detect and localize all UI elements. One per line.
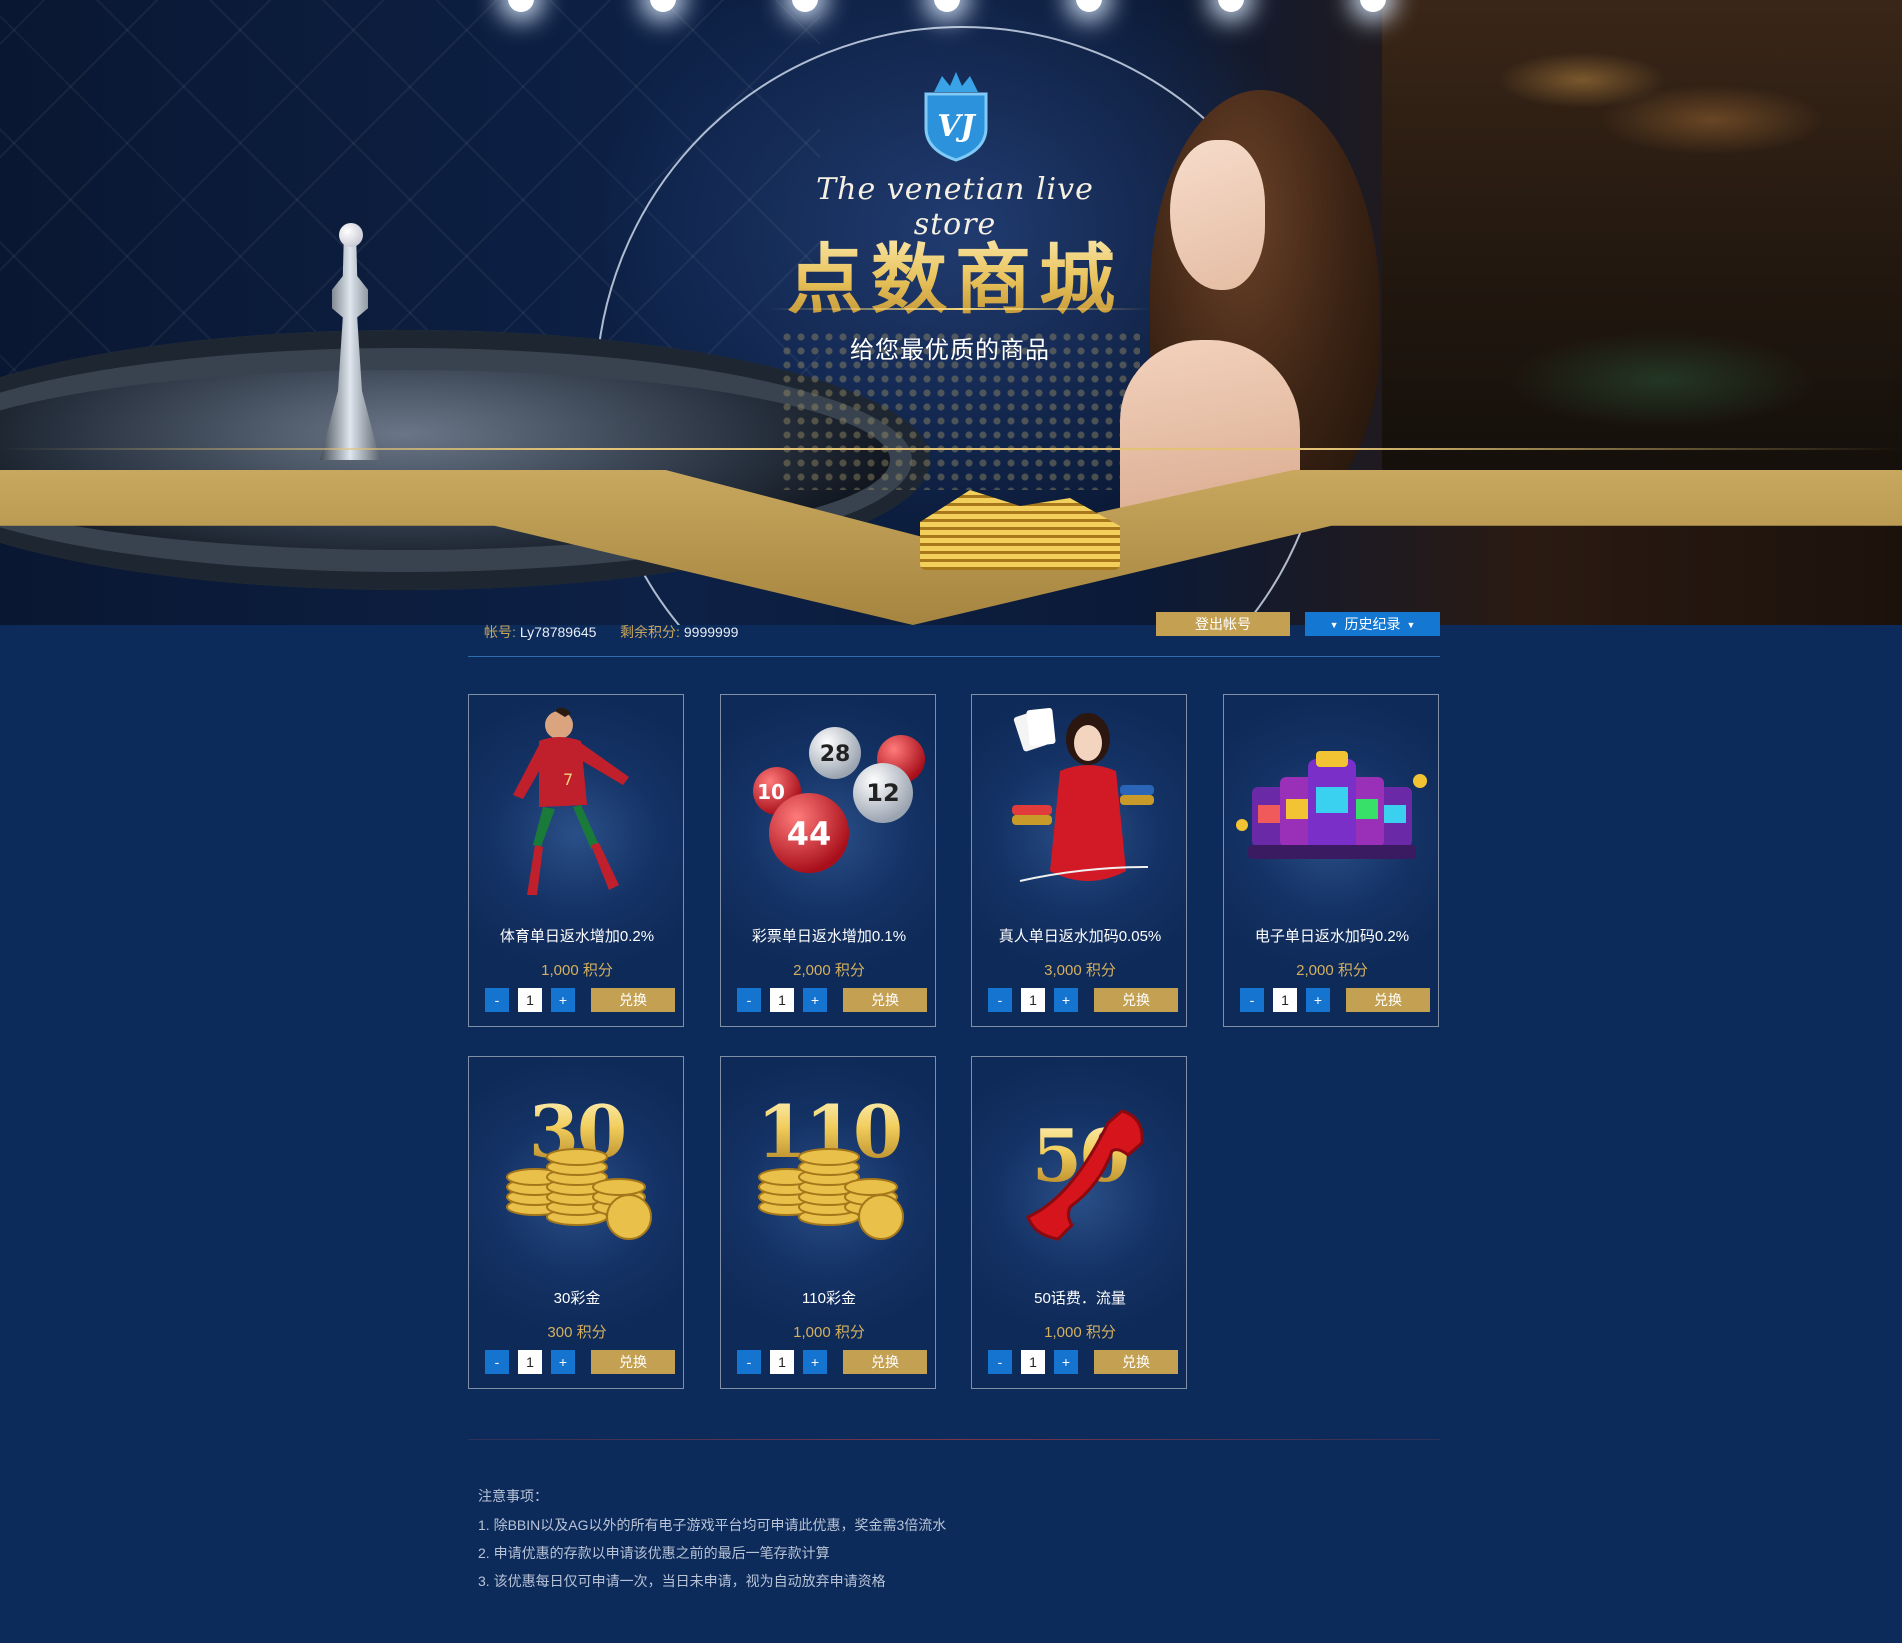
quantity-stepper: - + 兑换 xyxy=(485,988,675,1012)
quantity-input[interactable] xyxy=(1021,1350,1045,1374)
note-line: 2. 申请优惠的存款以申请该优惠之前的最后一笔存款计算 xyxy=(478,1545,830,1561)
gold-coins-icon: 110 xyxy=(721,1057,937,1277)
crown-shield-logo: VJ xyxy=(924,72,988,162)
decrease-quantity-button[interactable]: - xyxy=(485,1350,509,1374)
redeem-button[interactable]: 兑换 xyxy=(1346,988,1430,1012)
points-value: 9999999 xyxy=(683,624,739,640)
points-label: 剩余积分: xyxy=(620,624,680,640)
points-info: 剩余积分: 9999999 xyxy=(620,622,738,642)
caret-down-icon: ▼ xyxy=(1329,620,1339,630)
ball-number: 28 xyxy=(820,742,851,767)
quantity-stepper: - + 兑换 xyxy=(1240,988,1430,1012)
redeem-button[interactable]: 兑换 xyxy=(591,1350,675,1374)
product-card: 30 30彩金 300 积分 - + 兑换 xyxy=(468,1056,684,1389)
model-photo xyxy=(1110,90,1410,520)
redeem-button[interactable]: 兑换 xyxy=(843,1350,927,1374)
product-price: 2,000 积分 xyxy=(793,962,865,979)
ball-number: 44 xyxy=(787,815,832,853)
decrease-quantity-button[interactable]: - xyxy=(988,988,1012,1012)
quantity-input[interactable] xyxy=(518,988,542,1012)
product-name: 彩票单日返水增加0.1% xyxy=(751,928,907,945)
note-line: 3. 该优惠每日仅可申请一次，当日未申请，视为自动放弃申请资格 xyxy=(478,1573,886,1589)
note-line: 1. 除BBIN以及AG以外的所有电子游戏平台均可申请此优惠，奖金需3倍流水 xyxy=(478,1517,947,1533)
hero-banner: VJ The venetian live store 点数商城 给您最优质的商品 xyxy=(0,0,1902,625)
ball-number: 10 xyxy=(757,780,785,804)
product-card: 50 50话费．流量 1,000 积分 - + 兑换 xyxy=(971,1056,1187,1389)
product-name: 电子单日返水加码0.2% xyxy=(1254,928,1410,945)
casino-interior-background xyxy=(1382,0,1902,470)
quantity-stepper: - + 兑换 xyxy=(988,1350,1178,1374)
account-bar: 帐号: Ly78789645 剩余积分: 9999999 登出帐号 ▼ 历史纪录 ▼ xyxy=(468,610,1440,657)
spotlight xyxy=(1076,0,1102,12)
product-price: 1,000 积分 xyxy=(541,962,613,979)
redeem-button[interactable]: 兑换 xyxy=(1094,988,1178,1012)
account-info: 帐号: Ly78789645 xyxy=(484,622,596,642)
svg-text:7: 7 xyxy=(563,770,573,789)
title-underline xyxy=(770,308,1150,310)
increase-quantity-button[interactable]: + xyxy=(803,1350,827,1374)
product-name: 110彩金 xyxy=(802,1290,856,1307)
increase-quantity-button[interactable]: + xyxy=(1054,988,1078,1012)
quantity-stepper: - + 兑换 xyxy=(737,1350,927,1374)
increase-quantity-button[interactable]: + xyxy=(551,988,575,1012)
history-label: 历史纪录 xyxy=(1344,616,1401,632)
increase-quantity-button[interactable]: + xyxy=(551,1350,575,1374)
page-subtitle: 给您最优质的商品 xyxy=(850,337,1050,364)
quantity-stepper: - + 兑换 xyxy=(737,988,927,1012)
product-card: 28 12 10 44 彩票单日返水增加0.1% 2,000 积分 - + 兑换 xyxy=(720,694,936,1027)
notes-section: 注意事项： 1. 除BBIN以及AG以外的所有电子游戏平台均可申请此优惠，奖金需… xyxy=(478,1486,1378,1599)
product-card: 7 体育单日返水增加0.2% 1,000 积分 - + 兑换 xyxy=(468,694,684,1027)
ball-number: 12 xyxy=(866,779,899,807)
increase-quantity-button[interactable]: + xyxy=(803,988,827,1012)
decrease-quantity-button[interactable]: - xyxy=(737,1350,761,1374)
product-card: 真人单日返水加码0.05% 3,000 积分 - + 兑换 xyxy=(971,694,1187,1027)
product-price: 1,000 积分 xyxy=(793,1324,865,1341)
product-name: 真人单日返水加码0.05% xyxy=(998,928,1162,945)
gold-divider-line xyxy=(0,448,1902,450)
decrease-quantity-button[interactable]: - xyxy=(485,988,509,1012)
page-title: 点数商城 xyxy=(760,218,1150,328)
quantity-input[interactable] xyxy=(518,1350,542,1374)
lottery-balls-icon: 28 12 10 44 xyxy=(753,727,925,873)
product-name: 50话费．流量 xyxy=(1034,1290,1126,1307)
product-card: 110 110彩金 1,000 积分 - + 兑换 xyxy=(720,1056,936,1389)
product-price: 300 积分 xyxy=(547,1324,607,1341)
product-card: 电子单日返水加码0.2% 2,000 积分 - + 兑换 xyxy=(1223,694,1439,1027)
product-name: 30彩金 xyxy=(553,1290,601,1307)
redeem-button[interactable]: 兑换 xyxy=(591,988,675,1012)
quantity-stepper: - + 兑换 xyxy=(485,1350,675,1374)
quantity-input[interactable] xyxy=(770,988,794,1012)
section-divider xyxy=(468,1439,1440,1440)
account-label: 帐号: xyxy=(484,624,516,640)
increase-quantity-button[interactable]: + xyxy=(1306,988,1330,1012)
product-price: 1,000 积分 xyxy=(1044,1324,1116,1341)
increase-quantity-button[interactable]: + xyxy=(1054,1350,1078,1374)
logo-text: VJ xyxy=(937,109,976,144)
caret-down-icon: ▼ xyxy=(1406,620,1416,630)
quantity-input[interactable] xyxy=(770,1350,794,1374)
product-price: 2,000 积分 xyxy=(1296,962,1368,979)
product-name: 体育单日返水增加0.2% xyxy=(499,928,655,945)
redeem-button[interactable]: 兑换 xyxy=(843,988,927,1012)
decrease-quantity-button[interactable]: - xyxy=(1240,988,1264,1012)
logout-button[interactable]: 登出帐号 xyxy=(1156,612,1290,636)
notes-heading: 注意事项： xyxy=(478,1488,548,1504)
quantity-input[interactable] xyxy=(1021,988,1045,1012)
live-dealer-icon xyxy=(1012,708,1154,882)
decrease-quantity-button[interactable]: - xyxy=(737,988,761,1012)
redeem-button[interactable]: 兑换 xyxy=(1094,1350,1178,1374)
slot-machine-icon xyxy=(1236,751,1427,859)
roulette-ball xyxy=(339,223,363,247)
phone-handset-icon: 50 xyxy=(972,1057,1188,1277)
gold-coins-icon: 30 xyxy=(469,1057,685,1277)
spotlight xyxy=(934,0,960,12)
quantity-input[interactable] xyxy=(1273,988,1297,1012)
quantity-stepper: - + 兑换 xyxy=(988,988,1178,1012)
spotlight xyxy=(1218,0,1244,12)
soccer-player-icon: 7 xyxy=(513,707,629,895)
account-value: Ly78789645 xyxy=(519,624,597,640)
decrease-quantity-button[interactable]: - xyxy=(988,1350,1012,1374)
product-price: 3,000 积分 xyxy=(1044,962,1116,979)
history-dropdown-button[interactable]: ▼ 历史纪录 ▼ xyxy=(1305,612,1440,636)
